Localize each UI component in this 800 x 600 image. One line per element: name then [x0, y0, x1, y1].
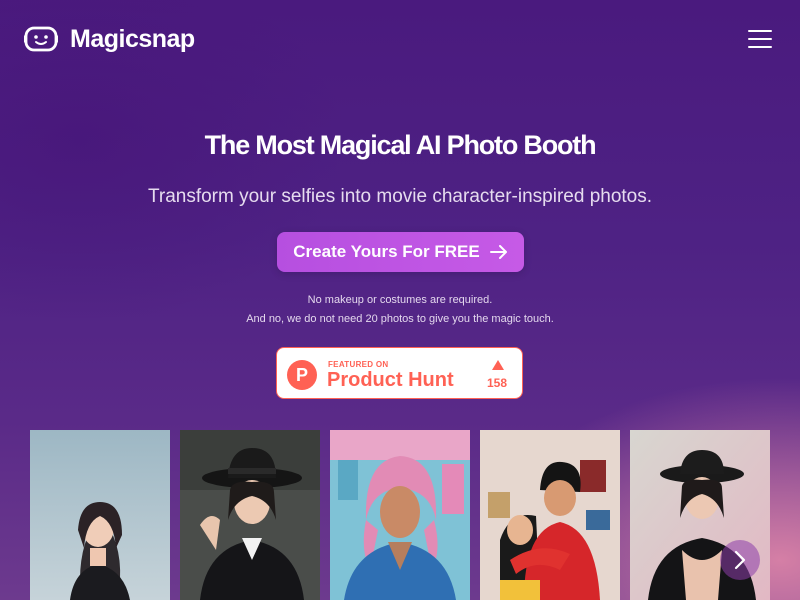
- gallery-photo-man-pink-hair[interactable]: [330, 430, 470, 600]
- ph-featured-label: FEATURED ON: [328, 360, 389, 369]
- hero-subtitle: Transform your selfies into movie charac…: [147, 186, 653, 207]
- ph-upvote-count: 158: [486, 376, 508, 390]
- cta-label: Create Yours For FREE: [293, 242, 480, 261]
- upvote-triangle-icon: [492, 360, 504, 370]
- hamburger-menu-icon[interactable]: [748, 30, 772, 50]
- brand-name: Magicsnap: [70, 24, 195, 53]
- header: Magicsnap: [0, 0, 800, 80]
- gallery-photo-woman-hat[interactable]: [180, 430, 320, 600]
- product-hunt-badge[interactable]: P FEATURED ON Product Hunt 158: [276, 347, 523, 399]
- product-hunt-logo-icon: P: [287, 360, 317, 390]
- ph-name: Product Hunt: [327, 369, 454, 391]
- robot-face-icon: [24, 26, 58, 52]
- hero-title: The Most Magical AI Photo Booth: [204, 130, 597, 160]
- photo-gallery: [30, 430, 800, 600]
- brand-logo[interactable]: Magicsnap: [24, 24, 195, 54]
- gallery-photo-cartoon-couple[interactable]: [480, 430, 620, 600]
- chevron-right-icon: [734, 550, 746, 570]
- gallery-photo-anime-woman[interactable]: [30, 430, 170, 600]
- note-line-2: And no, we do not need 20 photos to give…: [246, 313, 554, 325]
- create-free-button[interactable]: Create Yours For FREE: [277, 232, 524, 272]
- gallery-next-button[interactable]: [720, 540, 760, 580]
- note-line-1: No makeup or costumes are required.: [307, 294, 493, 306]
- arrow-right-icon: [489, 245, 507, 259]
